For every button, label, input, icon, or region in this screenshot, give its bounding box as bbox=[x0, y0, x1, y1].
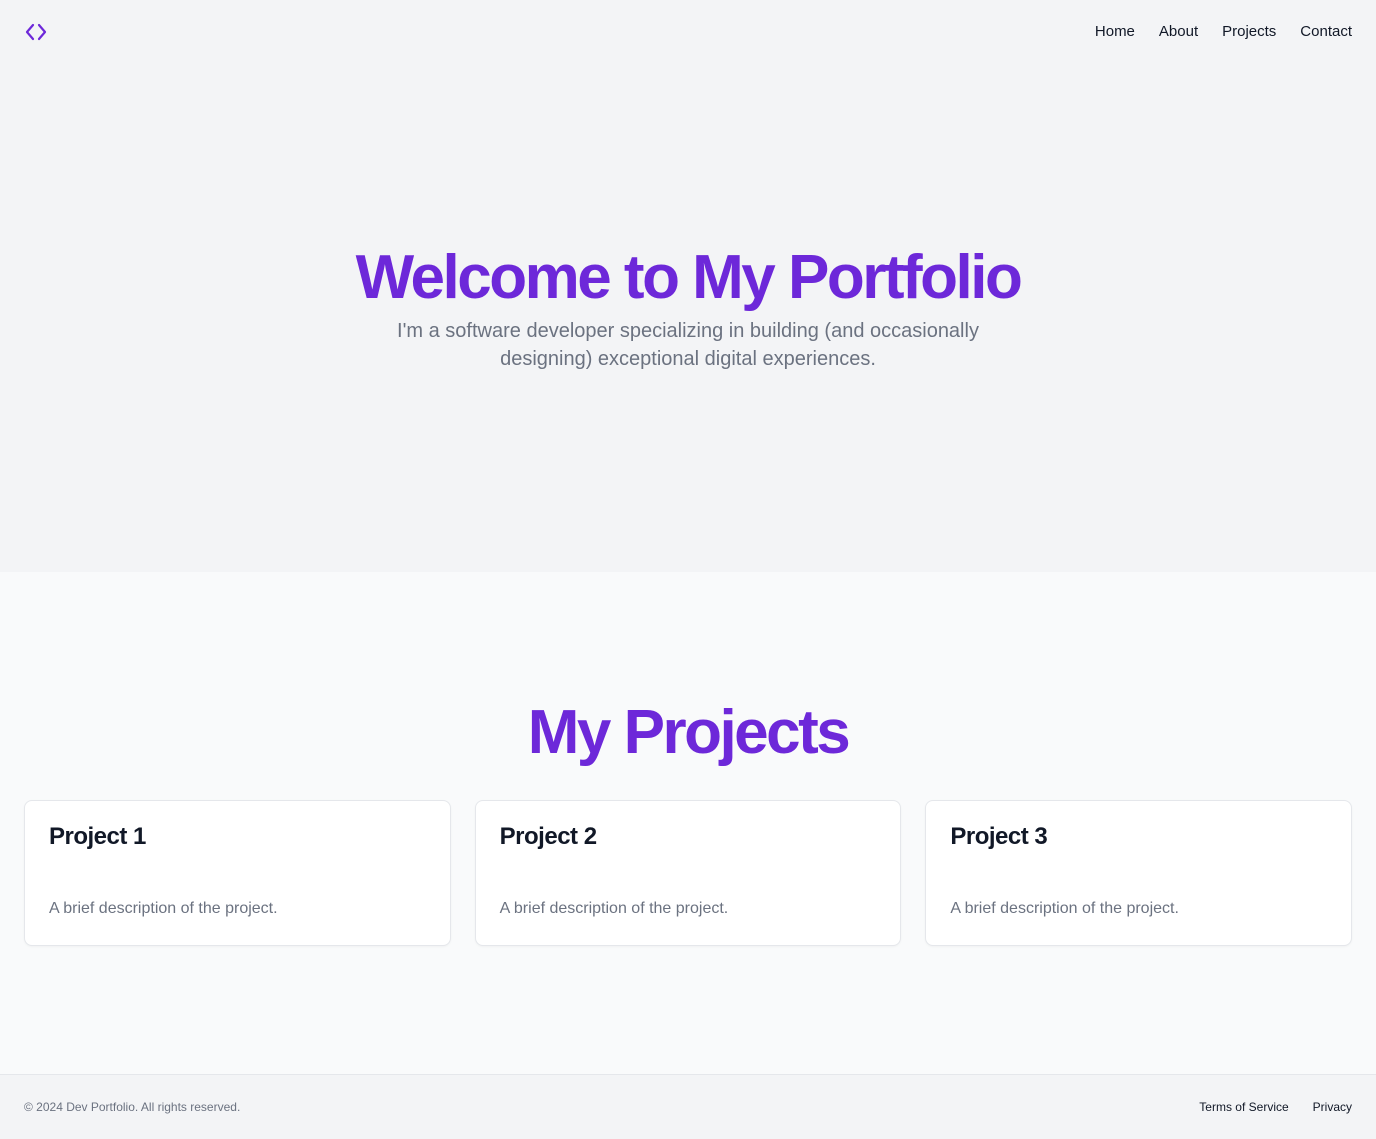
hero-title: Welcome to My Portfolio bbox=[355, 243, 1023, 312]
code-brackets-icon bbox=[25, 23, 47, 41]
project-card-title: Project 1 bbox=[49, 823, 146, 850]
nav-link-about[interactable]: About bbox=[1159, 22, 1198, 42]
footer-links: Terms of Service Privacy bbox=[1199, 1100, 1352, 1114]
hero-section: Welcome to My Portfolio I'm a software d… bbox=[0, 64, 1376, 572]
main-nav: Home About Projects Contact bbox=[1095, 22, 1352, 42]
footer-link-privacy[interactable]: Privacy bbox=[1313, 1100, 1352, 1114]
project-card-description: A brief description of the project. bbox=[49, 900, 278, 917]
hero-subtitle: I'm a software developer specializing in… bbox=[397, 320, 979, 370]
copyright-text: © 2024 Dev Portfolio. All rights reserve… bbox=[24, 1100, 241, 1114]
site-header: Home About Projects Contact bbox=[0, 0, 1376, 64]
project-card-description: A brief description of the project. bbox=[499, 900, 729, 917]
projects-section: My Projects Project 1 A brief descriptio… bbox=[0, 572, 1376, 1074]
project-card-list: Project 1 A brief description of the pro… bbox=[24, 800, 1353, 946]
nav-link-home[interactable]: Home bbox=[1095, 22, 1135, 42]
project-card[interactable]: Project 3 A brief description of the pro… bbox=[925, 800, 1353, 946]
project-card[interactable]: Project 1 A brief description of the pro… bbox=[24, 800, 451, 946]
project-card[interactable]: Project 2 A brief description of the pro… bbox=[474, 800, 902, 946]
project-card-title: Project 2 bbox=[499, 823, 597, 850]
project-card-description: A brief description of the project. bbox=[950, 900, 1179, 917]
site-footer: © 2024 Dev Portfolio. All rights reserve… bbox=[0, 1074, 1376, 1139]
footer-link-terms[interactable]: Terms of Service bbox=[1199, 1100, 1288, 1114]
project-card-title: Project 3 bbox=[950, 823, 1048, 850]
projects-heading: My Projects bbox=[527, 698, 851, 767]
nav-link-projects[interactable]: Projects bbox=[1222, 22, 1276, 42]
nav-link-contact[interactable]: Contact bbox=[1300, 22, 1352, 42]
logo-link[interactable] bbox=[24, 20, 48, 44]
page: Home About Projects Contact Welcome to M… bbox=[0, 0, 1376, 1139]
